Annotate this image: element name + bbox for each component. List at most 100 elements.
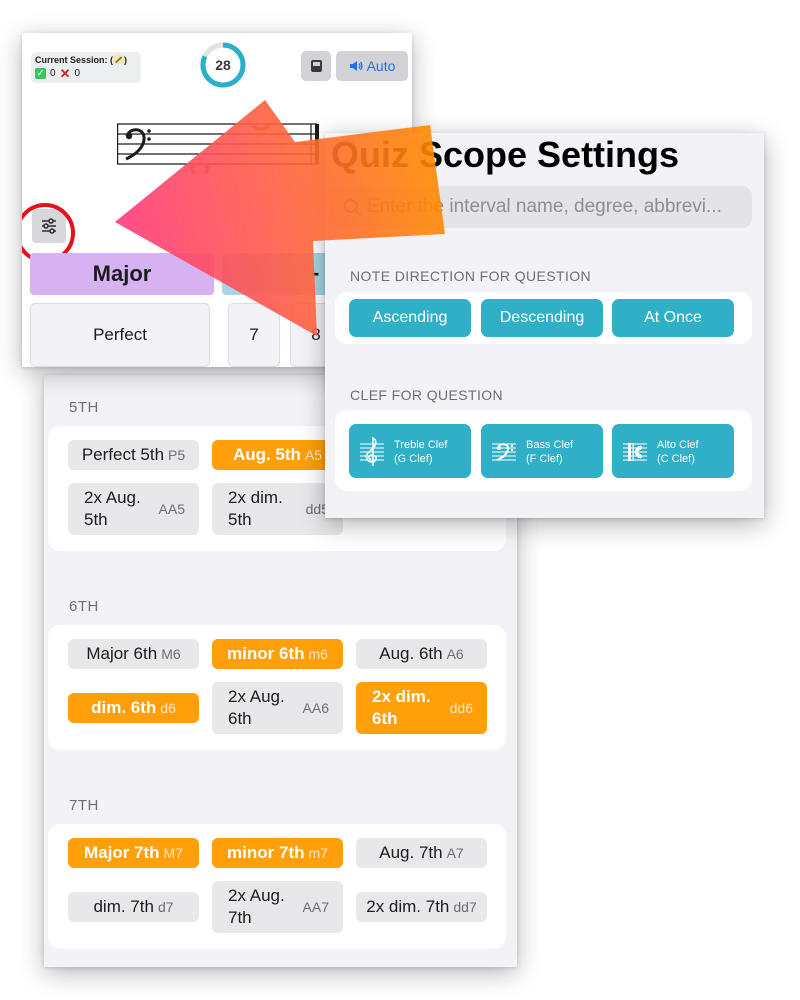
interval-name: Major 7th [83, 843, 160, 862]
perfect-label: Perfect [93, 325, 147, 344]
interval-name: 2x dim. 6th [372, 687, 431, 728]
interval-chip-dd6[interactable]: 2x dim. 6th dd6 [356, 682, 487, 734]
clef-card: Treble Clef (G Clef) Bass Clef (F Clef) Al… [335, 410, 752, 491]
wrong-count: 0 [74, 68, 81, 79]
session-counts: ✓ 0 ✕ 0 [35, 66, 81, 81]
section-header-7th: 7TH [69, 797, 99, 814]
keyboard-toggle-button[interactable] [301, 51, 331, 81]
interval-abbr: AA6 [302, 700, 329, 716]
interval-name: minor 7th [227, 843, 305, 862]
alto-clef-button[interactable]: Alto Clef (C Clef) [612, 424, 734, 478]
quiz-scope-settings-panel: Quiz Scope Settings NOTE DIRECTION FOR Q… [325, 133, 764, 518]
major-label: Major [92, 261, 152, 286]
interval-chip-a6[interactable]: Aug. 6th A6 [356, 639, 487, 669]
bass-clef-button[interactable]: Bass Clef (F Clef) [481, 424, 603, 478]
search-bar [329, 186, 752, 228]
dash-label: - [312, 260, 320, 285]
interval-chip-d6[interactable]: dim. 6th d6 [68, 693, 199, 723]
search-icon [344, 199, 362, 217]
search-input[interactable] [367, 186, 747, 228]
interval-chip-p5[interactable]: Perfect 5th P5 [68, 440, 199, 470]
interval-chip-dd7[interactable]: 2x dim. 7th dd7 [356, 892, 487, 922]
interval-chip-a5[interactable]: Aug. 5th A5 [212, 440, 343, 470]
interval-abbr: AA7 [302, 899, 329, 915]
interval-abbr: P5 [168, 447, 186, 463]
at-once-button[interactable]: At Once [612, 299, 734, 337]
treble-clef-icon [360, 436, 384, 466]
ascending-label: Ascending [372, 309, 448, 326]
descending-button[interactable]: Descending [481, 299, 603, 337]
degree-7-label: 7 [249, 325, 259, 344]
bass-clef-sub: (F Clef) [526, 453, 563, 465]
interval-chip-a7[interactable]: Aug. 7th A7 [356, 838, 487, 868]
interval-name: 2x dim. 5th [228, 488, 283, 529]
section-header-6th: 6TH [69, 598, 99, 615]
interval-abbr: dd7 [453, 899, 477, 915]
pencil-icon [113, 55, 125, 64]
interval-chip-aa5[interactable]: 2x Aug. 5th AA5 [68, 483, 199, 535]
treble-clef-label: Treble Clef (G Clef) [394, 438, 447, 466]
interval-abbr: A5 [304, 447, 323, 463]
quality-major-button[interactable]: Major [30, 253, 214, 295]
interval-name: 2x Aug. 6th [228, 687, 285, 728]
alto-clef-name: Alto Clef [657, 439, 699, 451]
interval-chip-d7[interactable]: dim. 7th d7 [68, 892, 199, 922]
bass-clef-label: Bass Clef (F Clef) [526, 438, 573, 466]
auto-label: Auto [366, 58, 396, 74]
direction-header: NOTE DIRECTION FOR QUESTION [350, 268, 592, 284]
timer-value: 28 [215, 57, 231, 73]
speaker-icon [349, 61, 363, 71]
section-header-5th: 5TH [69, 399, 99, 416]
alto-clef-icon [623, 443, 647, 461]
timer: 28 [200, 42, 246, 88]
interval-chip-m7-minor[interactable]: minor 7th m7 [212, 838, 343, 868]
wrong-x-icon: ✕ [59, 66, 71, 81]
interval-name: Aug. 5th [232, 445, 301, 464]
quality-perfect-button[interactable]: Perfect [30, 303, 210, 367]
interval-abbr: A6 [446, 646, 464, 662]
session-label: Current Session: ( [35, 55, 114, 65]
correct-count: 0 [50, 68, 56, 79]
interval-chip-m6-minor[interactable]: minor 6th m6 [212, 639, 343, 669]
interval-abbr: AA5 [158, 501, 185, 517]
note-lower [190, 162, 210, 173]
degree-8-label: 8 [311, 325, 321, 344]
interval-abbr: M6 [161, 646, 181, 662]
auto-play-button[interactable]: Auto [336, 51, 408, 81]
interval-name: dim. 6th [91, 698, 157, 717]
interval-abbr: m7 [308, 845, 328, 861]
settings-title: Quiz Scope Settings [331, 134, 680, 175]
interval-abbr: d7 [157, 899, 174, 915]
session-title: Current Session: () [35, 55, 128, 65]
degree-7-button[interactable]: 7 [228, 303, 280, 367]
interval-chip-aa6[interactable]: 2x Aug. 6th AA6 [212, 682, 343, 734]
treble-clef-sub: (G Clef) [394, 453, 433, 465]
keyboard-icon [311, 60, 322, 72]
interval-chip-m6-major[interactable]: Major 6th M6 [68, 639, 199, 669]
alto-clef-sub: (C Clef) [657, 453, 695, 465]
ascending-button[interactable]: Ascending [349, 299, 471, 337]
alto-clef-label: Alto Clef (C Clef) [657, 438, 699, 466]
interval-name: Perfect 5th [81, 445, 165, 464]
interval-abbr: d6 [160, 700, 176, 716]
at-once-label: At Once [644, 309, 702, 326]
interval-name: 2x Aug. 5th [84, 488, 141, 529]
bass-clef-name: Bass Clef [526, 439, 574, 451]
treble-clef-button[interactable]: Treble Clef (G Clef) [349, 424, 471, 478]
section-card-6th: Major 6th M6 minor 6th m6 Aug. 6th A6 dim. … [48, 625, 506, 750]
interval-abbr: M7 [163, 845, 183, 861]
treble-clef-name: Treble Clef [394, 439, 448, 451]
direction-card: Ascending Descending At Once [335, 292, 752, 344]
interval-chip-aa7[interactable]: 2x Aug. 7th AA7 [212, 881, 343, 933]
interval-name: Aug. 7th [379, 843, 443, 862]
interval-name: 2x dim. 7th [366, 897, 450, 916]
interval-name: 2x Aug. 7th [228, 886, 285, 927]
interval-name: minor 6th [227, 644, 305, 663]
interval-chip-dd5[interactable]: 2x dim. 5th dd5 [212, 483, 343, 535]
interval-abbr: A7 [446, 845, 464, 861]
interval-name: Major 6th [86, 644, 158, 663]
interval-chip-m7-major[interactable]: Major 7th M7 [68, 838, 199, 868]
descending-label: Descending [499, 309, 585, 326]
correct-check-icon: ✓ [35, 68, 46, 79]
music-staff [117, 123, 319, 173]
